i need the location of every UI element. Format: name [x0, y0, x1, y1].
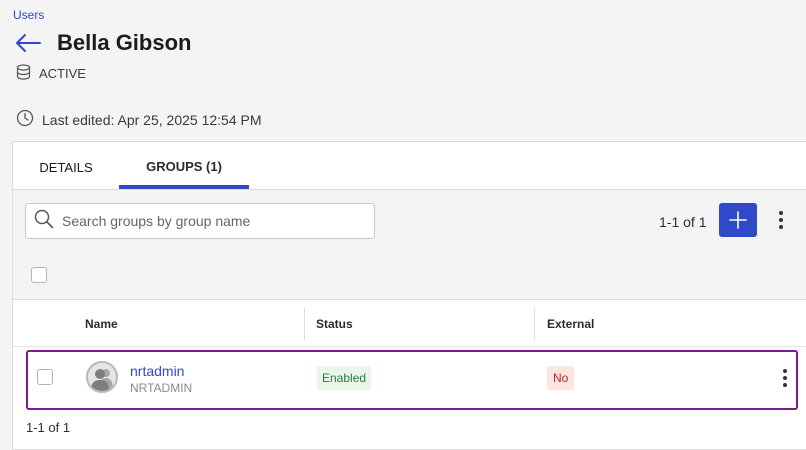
column-divider	[304, 308, 305, 340]
table-header: Name Status External	[13, 301, 806, 347]
search-box[interactable]	[25, 203, 375, 239]
column-divider	[534, 308, 535, 340]
title-row: Bella Gibson	[14, 30, 191, 56]
pagination-top: 1-1 of 1	[659, 214, 707, 230]
plus-icon	[729, 211, 747, 229]
column-header-name[interactable]: Name	[85, 301, 118, 347]
status-text: ACTIVE	[39, 66, 86, 81]
column-header-external[interactable]: External	[547, 301, 594, 347]
tab-groups[interactable]: GROUPS (1)	[119, 142, 249, 190]
group-name-link[interactable]: nrtadmin	[130, 363, 184, 379]
status-indicator: ACTIVE	[16, 64, 86, 83]
search-icon	[34, 209, 54, 234]
table-row[interactable]: nrtadmin NRTADMIN Enabled No	[26, 350, 798, 410]
groups-toolbar: 1-1 of 1	[13, 190, 806, 250]
breadcrumb-users-link[interactable]: Users	[13, 8, 44, 22]
back-arrow-icon[interactable]	[14, 31, 42, 55]
clock-icon	[16, 109, 34, 130]
groups-card: DETAILS GROUPS (1) 1-1 of 1	[12, 141, 806, 450]
add-group-button[interactable]	[719, 203, 757, 237]
tab-details[interactable]: DETAILS	[27, 142, 105, 190]
last-edited-text: Last edited: Apr 25, 2025 12:54 PM	[42, 111, 262, 128]
row-checkbox[interactable]	[37, 369, 53, 385]
select-all-checkbox[interactable]	[31, 267, 47, 283]
external-badge: No	[547, 366, 575, 390]
select-all-row	[13, 250, 806, 300]
pagination-bottom: 1-1 of 1	[26, 420, 71, 435]
group-avatar-icon	[86, 361, 118, 393]
kebab-icon	[783, 369, 787, 387]
status-badge: Enabled	[317, 366, 372, 390]
active-tab-indicator	[119, 185, 249, 189]
group-identifier: NRTADMIN	[130, 381, 193, 395]
page-title: Bella Gibson	[57, 30, 192, 55]
tab-bar: DETAILS GROUPS (1)	[13, 142, 806, 190]
database-icon	[16, 64, 31, 83]
row-actions-button[interactable]	[778, 366, 792, 390]
column-header-status[interactable]: Status	[316, 301, 353, 347]
kebab-icon	[779, 211, 783, 229]
last-edited: Last edited: Apr 25, 2025 12:54 PM	[16, 109, 262, 130]
more-options-button[interactable]	[771, 208, 791, 232]
search-input[interactable]	[62, 213, 362, 229]
